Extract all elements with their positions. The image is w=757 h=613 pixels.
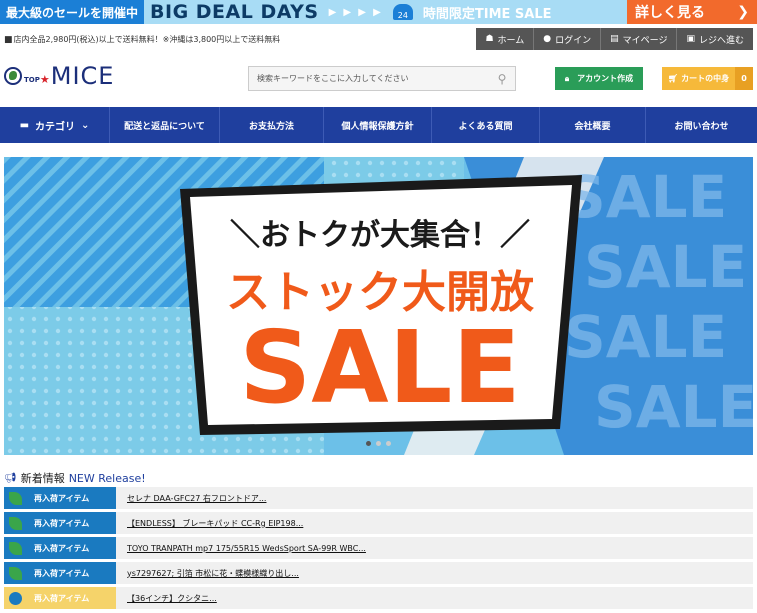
site-logo[interactable]: TOP ★ MICE: [4, 62, 114, 90]
news-link[interactable]: 【36インチ】クシタニ...: [116, 593, 217, 604]
promo-banner[interactable]: 最大級のセールを開催中 BIG DEAL DAYS ▶ ▶ ▶ ▶ 24 時間限…: [0, 0, 757, 24]
shipping-note: ■店内全品2,980円(税込)以上で送料無料！※沖縄は3,800円以上で送料無料: [0, 34, 476, 45]
home-icon: ☗: [485, 34, 494, 44]
news-row: 再入荷アイテム TOYO TRANPATH mp7 175/55R15 Weds…: [4, 537, 753, 559]
shipping-note-text: 店内全品2,980円(税込)以上で送料無料！※沖縄は3,800円以上で送料無料: [13, 34, 281, 44]
hero-sale-text: SALE: [239, 309, 520, 426]
promo-big-deal-text: BIG DEAL DAYS: [150, 1, 319, 23]
news-row: 再入荷アイテム セレナ DAA-GFC27 右フロントドア...: [4, 487, 753, 509]
menu-icon: ▬: [19, 119, 30, 131]
logo-name: MICE: [50, 62, 115, 90]
news-tag: 再入荷アイテム: [4, 537, 116, 559]
util-nav-mypage[interactable]: ▤ マイページ: [600, 28, 676, 50]
site-header: TOP ★ MICE ⚲ 🔒︎ アカウント作成 🛒︎カートの中身 0: [0, 58, 757, 100]
nav-payment[interactable]: お支払方法: [220, 107, 324, 143]
slider-dots: [4, 441, 753, 446]
news-heading: 📢︎ 新着情報 NEW Release!: [4, 470, 146, 486]
logo-top-text: TOP: [24, 76, 40, 84]
create-account-button[interactable]: 🔒︎ アカウント作成: [555, 67, 643, 90]
news-tag-label: 再入荷アイテム: [34, 568, 90, 578]
news-tag: 再入荷アイテム: [4, 562, 116, 584]
cart-count-badge: 0: [735, 67, 753, 90]
user-icon: ●: [543, 34, 552, 44]
news-tag: 再入荷アイテム: [4, 512, 116, 534]
cart-button[interactable]: 🛒︎ カートの中身 0: [662, 67, 753, 90]
cart-icon: 🛒︎: [667, 74, 679, 83]
news-tag: 再入荷アイテム: [4, 487, 116, 509]
news-tag-label: 再入荷アイテム: [34, 593, 90, 603]
news-title: 新着情報: [20, 472, 65, 485]
search-box: ⚲: [248, 66, 516, 91]
hero-sale-graphic: SALE SALE SALE SALE ＼おトクが大集合！／ ストック大開放 S…: [4, 157, 753, 455]
create-account-label: アカウント作成: [577, 74, 634, 83]
util-nav-register-label: レジへ進む: [698, 35, 744, 46]
hero-bg-sale-word: SALE: [564, 163, 727, 231]
search-button[interactable]: ⚲: [489, 67, 515, 90]
promo-time-sale-text: 時間限定TIME SALE: [422, 6, 552, 22]
news-row: 再入荷アイテム 【ENDLESS】 ブレーキパッド CC-Rg EIP198..…: [4, 512, 753, 534]
nav-faq[interactable]: よくある質問: [432, 107, 540, 143]
megaphone-icon: 📢︎: [4, 472, 17, 484]
chevron-down-icon: ⌄: [81, 119, 90, 131]
slider-dot[interactable]: [376, 441, 381, 446]
news-link[interactable]: セレナ DAA-GFC27 右フロントドア...: [116, 493, 266, 504]
hero-headline: ＼おトクが大集合！／: [230, 218, 530, 253]
search-icon: ⚲: [497, 71, 507, 86]
utility-nav: ☗ ホーム ● ログイン ▤ マイページ ▣ レジへ進む: [476, 28, 753, 50]
id-card-icon: ▤: [610, 34, 619, 44]
news-tag: 再入荷アイテム: [4, 587, 116, 609]
nav-company[interactable]: 会社概要: [540, 107, 646, 143]
whale-icon: [9, 591, 22, 605]
leaf-icon: [9, 491, 22, 505]
news-title-en: NEW Release!: [68, 471, 146, 485]
promo-cta-button[interactable]: 詳しく見る ❯: [627, 0, 757, 24]
promo-middle: BIG DEAL DAYS ▶ ▶ ▶ ▶ 24 時間限定TIME SALE: [144, 0, 627, 24]
promo-cta-label: 詳しく見る: [635, 5, 705, 21]
category-label: カテゴリ: [35, 121, 76, 133]
star-icon: ★: [39, 72, 50, 86]
leaf-icon: [9, 516, 22, 530]
util-nav-login[interactable]: ● ログイン: [533, 28, 600, 50]
leaf-icon: [9, 566, 22, 580]
register-icon: ▣: [686, 34, 695, 44]
news-list: 再入荷アイテム セレナ DAA-GFC27 右フロントドア... 再入荷アイテム…: [4, 487, 753, 612]
util-nav-home-label: ホーム: [497, 35, 525, 46]
utility-bar: ■店内全品2,980円(税込)以上で送料無料！※沖縄は3,800円以上で送料無料…: [0, 28, 757, 50]
category-menu-button[interactable]: ▬ カテゴリ ⌄: [0, 107, 110, 143]
util-nav-register[interactable]: ▣ レジへ進む: [676, 28, 753, 50]
news-row: 再入荷アイテム 【36インチ】クシタニ...: [4, 587, 753, 609]
leaf-icon: [9, 541, 22, 555]
slider-dot[interactable]: [386, 441, 391, 446]
promo-left-text: 最大級のセールを開催中: [0, 0, 145, 24]
nav-privacy[interactable]: 個人情報保護方針: [324, 107, 432, 143]
util-nav-login-label: ログイン: [555, 35, 592, 46]
news-tag-label: 再入荷アイテム: [34, 518, 90, 528]
news-link[interactable]: ys7297627; 引箔 市松に花・蝶模様織り出し...: [116, 568, 299, 579]
news-row: 再入荷アイテム ys7297627; 引箔 市松に花・蝶模様織り出し...: [4, 562, 753, 584]
lock-icon: 🔒︎: [564, 73, 570, 83]
search-input[interactable]: [249, 67, 489, 90]
slider-dot[interactable]: [366, 441, 371, 446]
hero-slider[interactable]: SALE SALE SALE SALE ＼おトクが大集合！／ ストック大開放 S…: [4, 157, 753, 455]
truck-icon: ■: [4, 34, 13, 45]
hero-bg-sale-word: SALE: [584, 233, 747, 301]
util-nav-home[interactable]: ☗ ホーム: [476, 28, 533, 50]
globe-icon: [4, 67, 22, 85]
news-tag-label: 再入荷アイテム: [34, 543, 90, 553]
nav-shipping-returns[interactable]: 配送と返品について: [110, 107, 220, 143]
promo-arrows: ▶ ▶ ▶ ▶: [328, 6, 383, 18]
news-link[interactable]: 【ENDLESS】 ブレーキパッド CC-Rg EIP198...: [116, 518, 303, 529]
chevron-right-icon: ❯: [737, 4, 749, 20]
hero-bg-sale-word: SALE: [564, 303, 727, 371]
news-tag-label: 再入荷アイテム: [34, 493, 90, 503]
promo-24-badge: 24: [392, 4, 413, 20]
main-nav: ▬ カテゴリ ⌄ 配送と返品について お支払方法 個人情報保護方針 よくある質問…: [0, 107, 757, 143]
hero-bg-sale-word: SALE: [594, 373, 753, 441]
nav-contact[interactable]: お問い合わせ: [646, 107, 757, 143]
util-nav-mypage-label: マイページ: [622, 35, 668, 46]
cart-label: カートの中身: [681, 74, 730, 83]
news-link[interactable]: TOYO TRANPATH mp7 175/55R15 WedsSport SA…: [116, 544, 366, 553]
